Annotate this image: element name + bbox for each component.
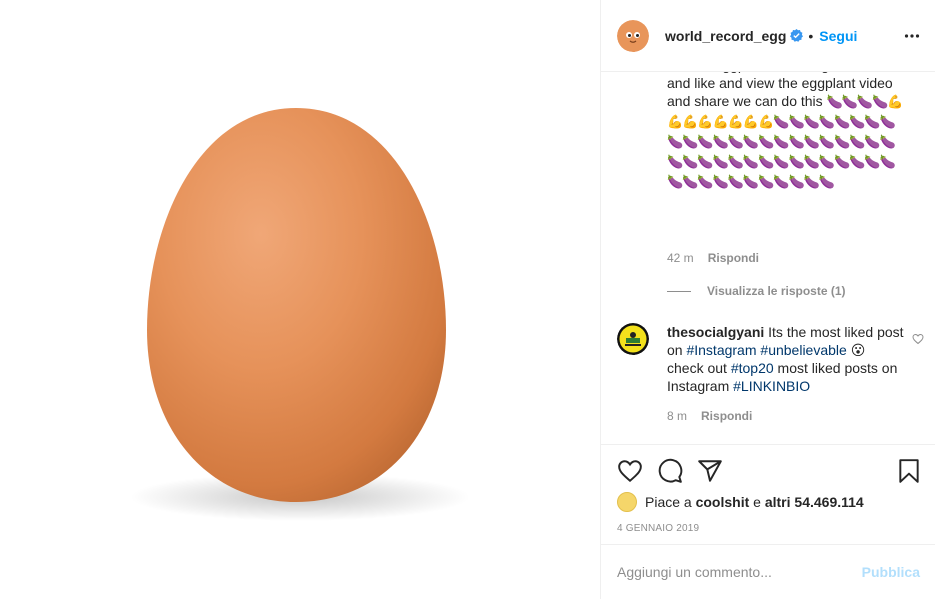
comment-emoji: 🍆🍆🍆🍆💪💪💪💪💪💪💪💪🍆🍆🍆🍆🍆🍆🍆🍆🍆🍆🍆🍆🍆🍆🍆🍆🍆🍆🍆🍆🍆🍆🍆🍆🍆🍆🍆🍆… — [667, 95, 903, 190]
add-comment-bar: Pubblica — [601, 544, 935, 599]
liker-avatar[interactable] — [617, 492, 637, 512]
comment-body: check out — [667, 360, 727, 376]
comment-username-link[interactable]: thesocialgyani — [667, 324, 764, 340]
comments-list[interactable]: viewed eggplant on instagram , come and … — [601, 72, 935, 444]
comment-avatar[interactable] — [617, 323, 649, 355]
comment-input[interactable] — [617, 564, 862, 580]
reply-button[interactable]: Rispondi — [708, 251, 759, 265]
comment-text: thesocialgyani Its the most liked post o… — [667, 323, 905, 395]
username-link[interactable]: world_record_egg — [665, 28, 786, 44]
hashtag-link[interactable]: #Instagram — [686, 342, 756, 358]
more-options-icon[interactable] — [904, 28, 920, 44]
social-avatar-icon — [617, 323, 649, 355]
post-date[interactable]: 4 GENNAIO 2019 — [617, 523, 699, 534]
verified-badge-icon — [790, 29, 804, 42]
likes-prefix: Piace a — [645, 494, 692, 510]
comment-icon[interactable] — [657, 458, 683, 484]
egg-avatar-icon — [617, 19, 649, 52]
avatar[interactable] — [617, 19, 649, 52]
hashtag-link[interactable]: #unbelievable — [760, 342, 846, 358]
likes-conjunction: e — [753, 494, 761, 510]
instagram-post: world_record_egg • Segui viewed eggplant… — [0, 0, 935, 599]
hashtag-link[interactable]: #LINKINBIO — [733, 378, 810, 394]
comment-time: 8 m — [667, 409, 688, 423]
publish-button[interactable]: Pubblica — [862, 564, 920, 580]
comment-meta: 8 m Rispondi — [667, 409, 752, 423]
likes-count-link[interactable]: altri 54.469.114 — [765, 494, 864, 510]
comment-time: 42 m — [667, 251, 694, 265]
comment-meta: 42 m Rispondi — [667, 251, 759, 265]
likes-summary: Piace a coolshit e altri 54.469.114 — [617, 492, 864, 512]
post-image[interactable] — [0, 0, 600, 599]
liker-username-link[interactable]: coolshit — [696, 494, 750, 510]
comment-like-icon[interactable] — [912, 332, 924, 345]
reply-button[interactable]: Rispondi — [701, 409, 752, 423]
view-replies-button[interactable]: Visualizza le risposte (1) — [707, 284, 846, 298]
heart-icon[interactable] — [617, 458, 643, 484]
share-icon[interactable] — [697, 458, 723, 484]
post-header: world_record_egg • Segui — [601, 0, 935, 72]
replies-divider — [667, 291, 691, 292]
hashtag-link[interactable]: #top20 — [731, 360, 774, 376]
separator-dot: • — [808, 27, 814, 44]
follow-button[interactable]: Segui — [819, 28, 857, 44]
post-sidebar: world_record_egg • Segui viewed eggplant… — [600, 0, 935, 599]
egg-photo — [130, 108, 470, 521]
comment-text: viewed eggplant on instagram , come and … — [667, 72, 905, 192]
bookmark-icon[interactable] — [896, 458, 922, 484]
egg — [147, 108, 446, 502]
comment-emoji: 😮 — [850, 342, 866, 358]
action-bar: Piace a coolshit e altri 54.469.114 4 GE… — [601, 444, 935, 544]
